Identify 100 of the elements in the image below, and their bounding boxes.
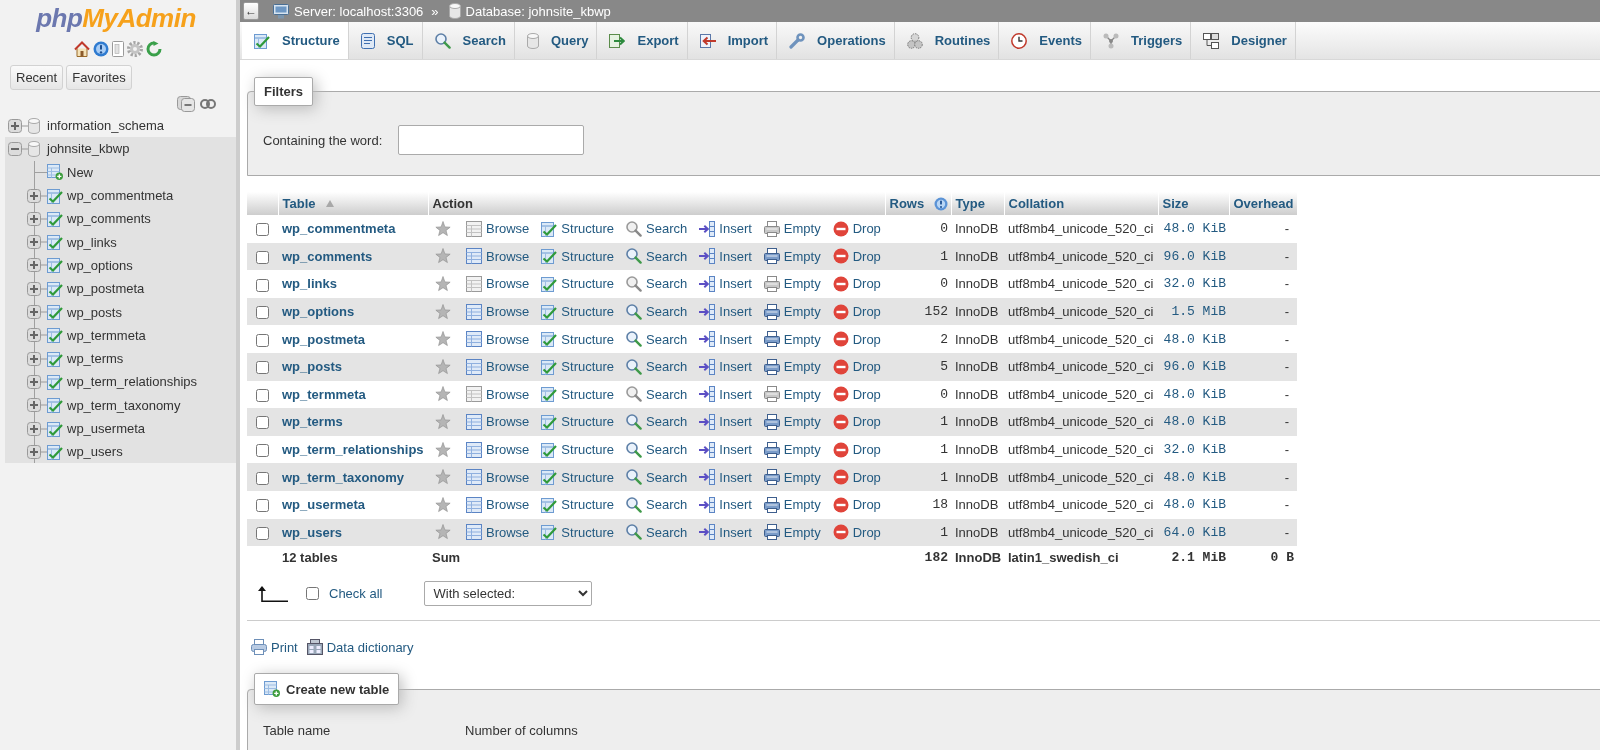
tree-item-link[interactable]: wp_terms (67, 351, 124, 367)
search-link[interactable]: Search (626, 413, 688, 430)
star-icon[interactable] (435, 358, 451, 375)
tree-item-link[interactable]: wp_users (67, 444, 123, 460)
search-link[interactable]: Search (626, 386, 688, 403)
nav-button[interactable]: Favorites (66, 65, 132, 90)
empty-link[interactable]: Empty (763, 469, 821, 486)
insert-link[interactable]: Insert (699, 524, 752, 541)
tab[interactable]: Structure (242, 22, 349, 59)
structure-link[interactable]: Structure (541, 413, 615, 430)
table-cell[interactable]: 48.0 KiB (1158, 215, 1229, 243)
table-cell[interactable]: 96.0 KiB (1158, 352, 1229, 381)
structure-link[interactable]: Structure (541, 358, 615, 375)
column-header-link[interactable]: Collation (1008, 196, 1065, 211)
search-link[interactable]: Search (626, 469, 688, 486)
row-checkbox[interactable] (256, 526, 269, 540)
empty-link[interactable]: Empty (763, 386, 821, 403)
browse-link[interactable]: Browse (466, 303, 530, 320)
structure-link[interactable]: Structure (541, 276, 615, 292)
table-name-link[interactable]: wp_postmeta (282, 331, 366, 347)
browse-link[interactable]: Browse (466, 496, 530, 513)
row-checkbox[interactable] (256, 444, 269, 458)
search-link[interactable]: Search (626, 358, 688, 375)
table-name-link[interactable]: wp_comments (282, 248, 373, 264)
table-cell[interactable]: 48.0 KiB (1158, 380, 1229, 409)
insert-link[interactable]: Insert (699, 358, 752, 375)
tree-item-link[interactable]: wp_term_taxonomy (67, 397, 181, 413)
table-name-link[interactable]: wp_termmeta (282, 386, 366, 402)
search-link[interactable]: Search (626, 303, 688, 320)
drop-link[interactable]: Drop (832, 386, 881, 403)
insert-link[interactable]: Insert (699, 441, 752, 458)
star-icon[interactable] (435, 248, 451, 265)
star-icon[interactable] (435, 276, 451, 292)
star-icon[interactable] (435, 496, 451, 513)
table-name-link[interactable]: wp_terms (282, 414, 343, 430)
info-icon[interactable] (934, 196, 949, 211)
expand-icon[interactable] (27, 444, 47, 459)
browse-link[interactable]: Browse (466, 524, 530, 541)
insert-link[interactable]: Insert (699, 496, 752, 513)
check-all-link[interactable]: Check all (329, 586, 383, 602)
tree-item-link[interactable]: wp_comments (67, 211, 151, 227)
empty-link[interactable]: Empty (763, 524, 821, 541)
empty-link[interactable]: Empty (763, 276, 821, 292)
with-selected-dropdown[interactable]: With selected: (424, 581, 593, 607)
empty-link[interactable]: Empty (763, 303, 821, 320)
drop-link[interactable]: Drop (832, 248, 881, 265)
search-link[interactable]: Search (626, 276, 688, 292)
browse-link[interactable]: Browse (466, 413, 530, 430)
tree-item-link[interactable]: wp_posts (67, 304, 122, 320)
structure-link[interactable]: Structure (541, 469, 615, 486)
empty-link[interactable]: Empty (763, 358, 821, 375)
tree-item-link[interactable]: wp_postmeta (67, 281, 145, 297)
drop-link[interactable]: Drop (832, 220, 881, 237)
collapse-sidebar-button[interactable]: ← (243, 2, 259, 20)
row-checkbox[interactable] (256, 333, 269, 347)
row-checkbox[interactable] (256, 499, 269, 513)
tree-item-link[interactable]: wp_usermeta (67, 421, 146, 436)
tree-item-link[interactable]: johnsite_kbwp (47, 141, 130, 157)
table-name-link[interactable]: wp_posts (282, 359, 342, 375)
row-checkbox[interactable] (256, 416, 269, 430)
reload-icon[interactable] (146, 41, 162, 57)
tree-item-link[interactable]: wp_termmeta (67, 327, 146, 343)
table-cell[interactable]: 1.5 MiB (1158, 297, 1229, 326)
table-name-link[interactable]: wp_usermeta (282, 497, 366, 513)
browse-link[interactable]: Browse (466, 331, 530, 348)
table-cell[interactable]: 64.0 KiB (1158, 518, 1229, 547)
structure-link[interactable]: Structure (541, 496, 615, 513)
star-icon[interactable] (435, 331, 451, 348)
search-link[interactable]: Search (626, 441, 688, 458)
drop-link[interactable]: Drop (832, 303, 881, 320)
tree-item-link[interactable]: information_schema (47, 118, 165, 134)
browse-link[interactable]: Browse (466, 276, 530, 292)
insert-link[interactable]: Insert (699, 413, 752, 430)
row-checkbox[interactable] (256, 471, 269, 485)
collapse-icon[interactable] (8, 141, 28, 156)
drop-link[interactable]: Drop (832, 441, 881, 458)
search-link[interactable]: Search (626, 248, 688, 265)
expand-icon[interactable] (27, 328, 47, 343)
star-icon[interactable] (435, 524, 451, 541)
browse-link[interactable]: Browse (466, 220, 530, 237)
expand-icon[interactable] (27, 374, 47, 389)
table-cell[interactable]: 48.0 KiB (1158, 325, 1229, 353)
home-icon[interactable] (74, 41, 90, 57)
star-icon[interactable] (435, 469, 451, 486)
column-header-link[interactable]: Type (955, 196, 985, 211)
structure-link[interactable]: Structure (541, 441, 615, 458)
tree-item-link[interactable]: New (67, 164, 93, 180)
insert-link[interactable]: Insert (699, 276, 752, 292)
row-checkbox[interactable] (256, 306, 269, 320)
expand-icon[interactable] (27, 188, 47, 203)
nav-button[interactable]: Recent (10, 65, 64, 90)
row-checkbox[interactable] (256, 361, 269, 375)
tree-item-link[interactable]: wp_options (67, 257, 133, 273)
tree-item-link[interactable]: wp_term_relationships (67, 374, 198, 390)
star-icon[interactable] (435, 441, 451, 458)
column-header-link[interactable]: Size (1162, 196, 1189, 211)
column-header-link[interactable]: Rows (889, 196, 925, 211)
table-cell[interactable]: 48.0 KiB (1158, 463, 1229, 491)
expand-icon[interactable] (8, 118, 28, 133)
column-header-link[interactable]: Table (282, 196, 316, 211)
